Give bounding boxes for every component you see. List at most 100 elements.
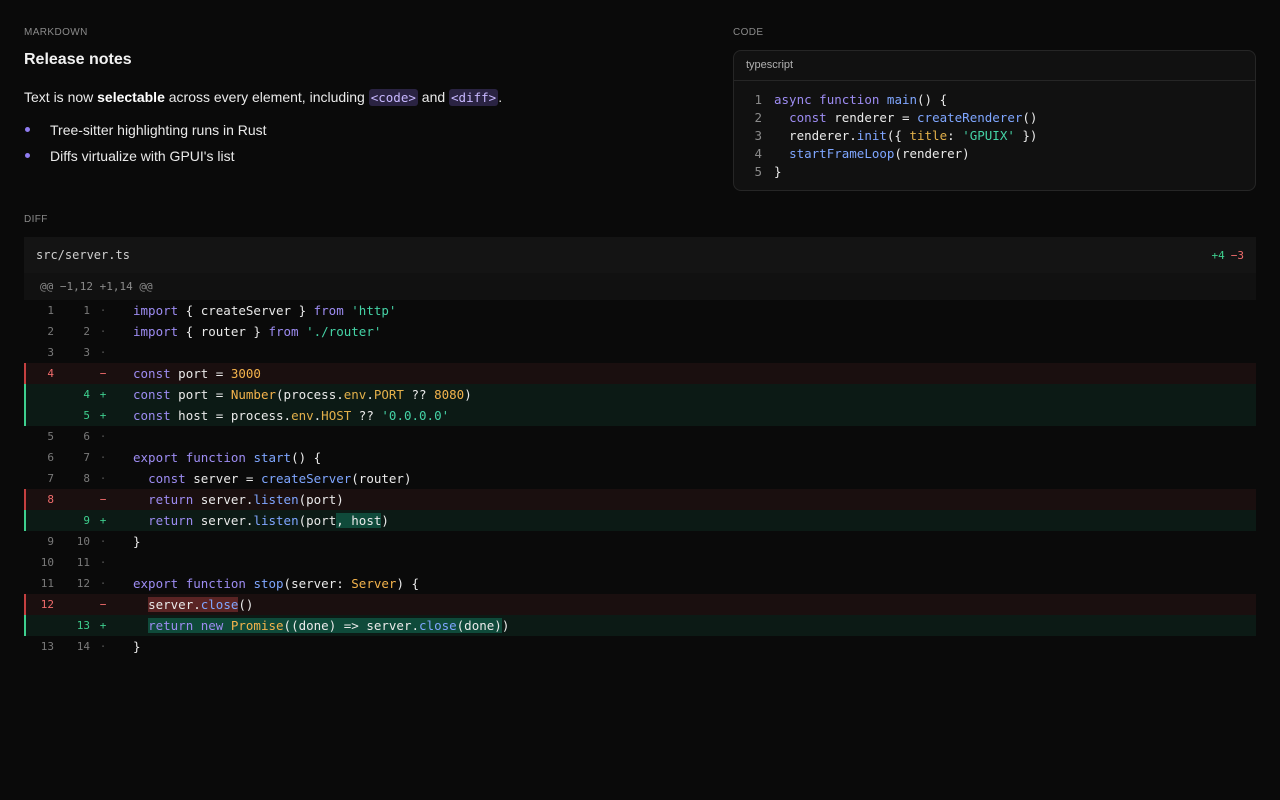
code-language-label: typescript bbox=[734, 51, 1255, 81]
diff-marker: + bbox=[99, 514, 107, 527]
new-line-number: 9 bbox=[83, 514, 90, 527]
diff-row: 11 12 · export function stop(server: Server… bbox=[24, 573, 1256, 594]
new-line-number: 6 bbox=[83, 430, 90, 443]
diff-marker: + bbox=[99, 619, 107, 632]
code-line-text: async function main() { bbox=[774, 92, 948, 107]
diff-marker: · bbox=[99, 451, 107, 464]
diff-row-added: 4 + const port = Number(process.env.PORT ?… bbox=[24, 384, 1256, 405]
diff-row-added: 5 + const host = process.env.HOST ?? '0.0.… bbox=[24, 405, 1256, 426]
code-line: 4 startFrameLoop(renderer) bbox=[734, 145, 1255, 163]
para-and: and bbox=[417, 89, 450, 105]
code-line-number: 3 bbox=[754, 128, 762, 143]
diff-row: 6 7 · export function start() { bbox=[24, 447, 1256, 468]
old-line-number: 12 bbox=[40, 598, 54, 611]
diff-line-text: return new Promise((done) => server.clos… bbox=[148, 618, 510, 633]
diff-line-text: export function start() { bbox=[133, 450, 322, 465]
old-line-number: 7 bbox=[47, 472, 54, 485]
list-item-text: Diffs virtualize with GPUI's list bbox=[50, 148, 235, 164]
diff-row: 3 3 · bbox=[24, 342, 1256, 363]
code-line-text: renderer.init({ title: 'GPUIX' }) bbox=[774, 128, 1038, 143]
old-line-number bbox=[24, 510, 54, 531]
diff-line-text bbox=[116, 426, 133, 447]
code-line: 3 renderer.init({ title: 'GPUIX' }) bbox=[734, 127, 1255, 145]
code-line-text: const renderer = createRenderer() bbox=[789, 110, 1038, 125]
diff-rows[interactable]: 1 1 · import { createServer } from 'http' 2… bbox=[24, 300, 1256, 657]
code-line-number: 1 bbox=[754, 92, 762, 107]
new-line-number: 12 bbox=[76, 577, 90, 590]
diff-row-deleted: 12 − server.close() bbox=[24, 594, 1256, 615]
diff-marker: · bbox=[99, 577, 107, 590]
diff-marker: · bbox=[99, 535, 107, 548]
diff-section-label: DIFF bbox=[24, 214, 48, 225]
new-line-number: 11 bbox=[76, 556, 90, 569]
diff-marker: + bbox=[99, 409, 107, 422]
new-line-number bbox=[54, 594, 90, 615]
markdown-list: Tree-sitter highlighting runs in Rust Di… bbox=[24, 122, 267, 174]
diff-row-deleted: 8 − return server.listen(port) bbox=[24, 489, 1256, 510]
diff-marker: · bbox=[99, 430, 107, 443]
diff-view: src/server.ts +4 −3 @@ −1,12 +1,14 @@ 1 1 ·… bbox=[24, 237, 1256, 657]
inline-code-code: <code> bbox=[368, 89, 418, 106]
para-middle: across every element, including bbox=[164, 89, 369, 105]
diff-row: 9 10 ·} bbox=[24, 531, 1256, 552]
code-body[interactable]: 1 async function main() { 2 const rendere… bbox=[734, 81, 1255, 181]
new-line-number: 3 bbox=[83, 346, 90, 359]
diff-line-text: const port = Number(process.env.PORT ?? … bbox=[133, 387, 472, 402]
new-line-number bbox=[54, 363, 90, 384]
new-line-number: 7 bbox=[83, 451, 90, 464]
diff-header: src/server.ts +4 −3 bbox=[24, 237, 1256, 273]
diff-line-text: server.close() bbox=[148, 597, 254, 612]
old-line-number: 5 bbox=[47, 430, 54, 443]
old-line-number: 13 bbox=[40, 640, 54, 653]
diff-marker: − bbox=[99, 367, 107, 380]
diff-line-text: } bbox=[133, 639, 141, 654]
new-line-number: 8 bbox=[83, 472, 90, 485]
diff-row-deleted: 4 − const port = 3000 bbox=[24, 363, 1256, 384]
list-item: Diffs virtualize with GPUI's list bbox=[24, 148, 267, 174]
old-line-number bbox=[24, 615, 54, 636]
diff-line-text: const host = process.env.HOST ?? '0.0.0.… bbox=[133, 408, 450, 423]
diff-row: 13 14 ·} bbox=[24, 636, 1256, 657]
new-line-number: 13 bbox=[76, 619, 90, 632]
old-line-number: 10 bbox=[40, 556, 54, 569]
diff-marker: · bbox=[99, 325, 107, 338]
markdown-section-label: MARKDOWN bbox=[24, 27, 88, 38]
diff-marker: · bbox=[99, 556, 107, 569]
code-section-label: CODE bbox=[733, 27, 764, 38]
old-line-number bbox=[24, 405, 54, 426]
old-line-number: 4 bbox=[47, 367, 54, 380]
old-line-number bbox=[24, 384, 54, 405]
diff-row: 2 2 · import { router } from './router' bbox=[24, 321, 1256, 342]
diff-marker: − bbox=[99, 598, 107, 611]
code-line: 2 const renderer = createRenderer() bbox=[734, 109, 1255, 127]
code-line-number: 4 bbox=[754, 146, 762, 161]
old-line-number: 6 bbox=[47, 451, 54, 464]
new-line-number: 10 bbox=[76, 535, 90, 548]
diff-file-name[interactable]: src/server.ts bbox=[36, 248, 130, 262]
diff-line-text: const server = createServer(router) bbox=[148, 471, 412, 486]
diff-line-text: return server.listen(port, host) bbox=[148, 513, 389, 528]
para-bold: selectable bbox=[97, 89, 165, 105]
diff-line-text: } bbox=[133, 534, 141, 549]
old-line-number: 1 bbox=[47, 304, 54, 317]
para-prefix: Text is now bbox=[24, 89, 98, 105]
code-line-text: } bbox=[774, 164, 782, 179]
new-line-number: 4 bbox=[83, 388, 90, 401]
new-line-number: 5 bbox=[83, 409, 90, 422]
markdown-paragraph: Text is now selectable across every elem… bbox=[24, 89, 502, 106]
markdown-title: Release notes bbox=[24, 51, 132, 68]
code-line: 1 async function main() { bbox=[734, 91, 1255, 109]
diff-row: 7 8 · const server = createServer(router) bbox=[24, 468, 1256, 489]
diff-line-text: import { createServer } from 'http' bbox=[133, 303, 397, 318]
bullet-icon bbox=[25, 153, 30, 158]
old-line-number: 3 bbox=[47, 346, 54, 359]
code-block: typescript 1 async function main() { 2 co… bbox=[733, 50, 1256, 191]
diff-line-text: const port = 3000 bbox=[133, 366, 261, 381]
diff-hunk-header: @@ −1,12 +1,14 @@ bbox=[24, 273, 1256, 300]
diff-marker: · bbox=[99, 472, 107, 485]
diff-line-text: export function stop(server: Server) { bbox=[133, 576, 420, 591]
diff-row: 5 6 · bbox=[24, 426, 1256, 447]
diff-additions: +4 bbox=[1211, 248, 1225, 262]
old-line-number: 8 bbox=[47, 493, 54, 506]
inline-code-diff: <diff> bbox=[449, 89, 499, 106]
